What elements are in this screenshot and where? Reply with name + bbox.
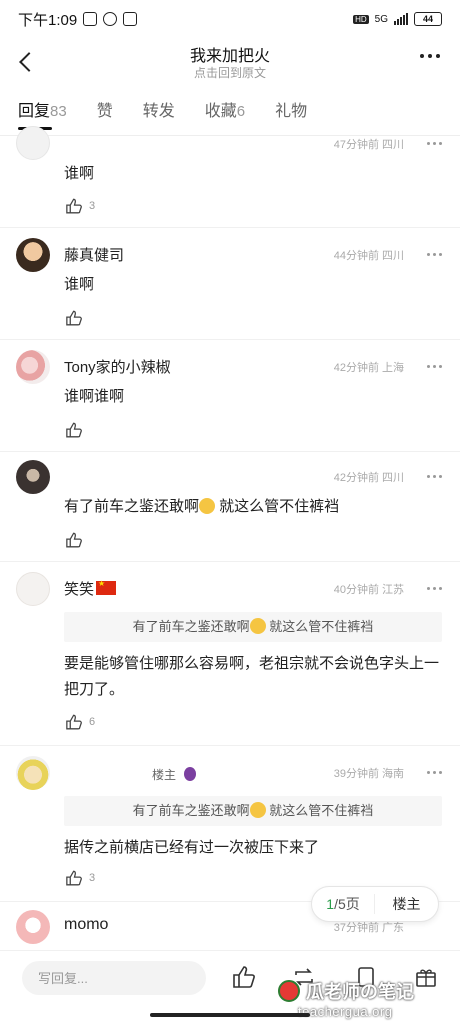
home-indicator[interactable]: [150, 1013, 310, 1017]
tab-likes[interactable]: 赞: [97, 96, 113, 128]
eggplant-icon: [184, 767, 197, 781]
network-label: 5G: [374, 13, 388, 25]
thumb-up-icon[interactable]: [232, 965, 256, 989]
tab-favorites[interactable]: 收藏6: [205, 96, 245, 128]
like-count: 6: [89, 716, 96, 728]
avatar[interactable]: [16, 350, 50, 384]
reply-input[interactable]: [22, 961, 206, 995]
comment-meta: 47分钟前 四川: [333, 139, 404, 151]
thumb-up-icon: [66, 870, 82, 886]
comment-meta: 42分钟前 上海: [333, 362, 404, 374]
avatar[interactable]: [16, 910, 50, 944]
comment-meta: 39分钟前 海南: [333, 768, 404, 780]
alarm-icon: [103, 12, 118, 26]
comment-item: Tony家的小辣椒 42分钟前 上海 谁啊谁啊: [0, 340, 460, 452]
nfc-icon: [123, 12, 138, 26]
comment-more-icon[interactable]: [427, 365, 442, 368]
like-button[interactable]: [66, 310, 83, 326]
signal-icon: [394, 13, 408, 25]
quoted-reply[interactable]: 有了前车之鉴还敢啊 就这么管不住裤裆: [64, 612, 442, 642]
comment-content: 要是能够管住哪那么容易啊，老祖宗就不会说色字头上一把刀了。: [64, 655, 440, 698]
thumb-up-icon: [66, 422, 82, 438]
like-button[interactable]: [66, 422, 83, 438]
like-button[interactable]: [66, 532, 83, 548]
like-button[interactable]: 6: [66, 714, 95, 730]
like-button[interactable]: 3: [66, 870, 95, 886]
op-only-button[interactable]: 楼主: [375, 894, 438, 914]
tab-gifts[interactable]: 礼物: [275, 96, 307, 128]
comment-nickname[interactable]: 笑笑: [64, 578, 117, 599]
op-tag: 楼主: [152, 766, 197, 783]
comment-item: 42分钟前 四川 有了前车之鉴还敢啊 就这么管不住裤裆: [0, 452, 460, 562]
status-bar: 下午1:09 HD 5G 44: [0, 0, 460, 38]
comment-nickname[interactable]: 藤真健司: [64, 244, 124, 265]
comment-content: 据传之前横店已经有过一次被压下来了: [64, 839, 320, 856]
avatar[interactable]: [16, 460, 50, 494]
repost-icon[interactable]: [292, 965, 316, 989]
comment-meta: 42分钟前 四川: [333, 472, 404, 484]
like-button[interactable]: 3: [66, 198, 95, 214]
quoted-reply[interactable]: 有了前车之鉴还敢啊 就这么管不住裤裆: [64, 796, 442, 826]
avatar[interactable]: [16, 572, 50, 606]
comment-content: 谁啊: [64, 276, 95, 293]
like-count: 3: [89, 200, 96, 212]
thumb-up-icon: [66, 310, 82, 326]
comment-meta: 44分钟前 四川: [333, 250, 404, 262]
comment-content: 有了前车之鉴还敢啊 就这么管不住裤裆: [64, 498, 340, 515]
page-navigator: 1/5页 楼主: [311, 886, 439, 922]
tab-reposts[interactable]: 转发: [143, 96, 175, 128]
mute-icon: [83, 12, 98, 26]
header: 我来加把火 点击回到原文: [0, 38, 460, 88]
like-count: 3: [89, 872, 96, 884]
comment-item: 47分钟前 四川 谁啊 3: [0, 126, 460, 228]
hd-icon: HD: [353, 14, 369, 24]
avatar[interactable]: [16, 126, 50, 160]
tab-bar: 回复83 赞 转发 收藏6 礼物: [0, 96, 460, 136]
thumb-up-icon: [66, 532, 82, 548]
avatar[interactable]: [16, 756, 50, 790]
page-title[interactable]: 我来加把火: [0, 42, 460, 66]
page-indicator[interactable]: 1/5页: [312, 894, 376, 914]
watermark-url: teachergua.org: [298, 1004, 393, 1019]
comment-content: 谁啊谁啊: [64, 388, 125, 405]
comment-nickname[interactable]: Tony家的小辣椒: [64, 356, 171, 377]
thumb-up-icon: [66, 714, 82, 730]
tab-replies[interactable]: 回复83: [18, 96, 67, 130]
china-flag-icon: [96, 579, 117, 595]
comment-more-icon[interactable]: [427, 142, 442, 145]
back-to-post-link[interactable]: 点击回到原文: [0, 64, 460, 81]
grin-emoji-icon: [249, 802, 266, 818]
gift-icon[interactable]: [414, 965, 438, 989]
battery-icon: 44: [414, 12, 442, 26]
comment-more-icon[interactable]: [427, 771, 442, 774]
thumb-up-icon: [66, 198, 82, 214]
comment-more-icon[interactable]: [427, 253, 442, 256]
avatar[interactable]: [16, 238, 50, 272]
comment-item: 笑笑 40分钟前 江苏 有了前车之鉴还敢啊 就这么管不住裤裆 要是能够管住哪那么…: [0, 562, 460, 746]
more-icon[interactable]: [420, 54, 440, 58]
comment-item: 藤真健司 44分钟前 四川 谁啊: [0, 228, 460, 340]
comment-nickname[interactable]: momo: [64, 916, 108, 934]
comment-more-icon[interactable]: [427, 587, 442, 590]
status-time: 下午1:09: [18, 11, 78, 29]
comment-meta: 40分钟前 江苏: [333, 584, 404, 596]
comment-more-icon[interactable]: [427, 475, 442, 478]
grin-emoji-icon: [249, 618, 266, 634]
bottom-bar: [0, 950, 460, 1006]
bookmark-icon[interactable]: [354, 965, 378, 989]
comment-item: 楼主 39分钟前 海南 有了前车之鉴还敢啊 就这么管不住裤裆 据传之前横店已经有…: [0, 746, 460, 902]
comment-content: 谁啊: [64, 165, 95, 182]
grin-emoji-icon: [199, 498, 216, 514]
